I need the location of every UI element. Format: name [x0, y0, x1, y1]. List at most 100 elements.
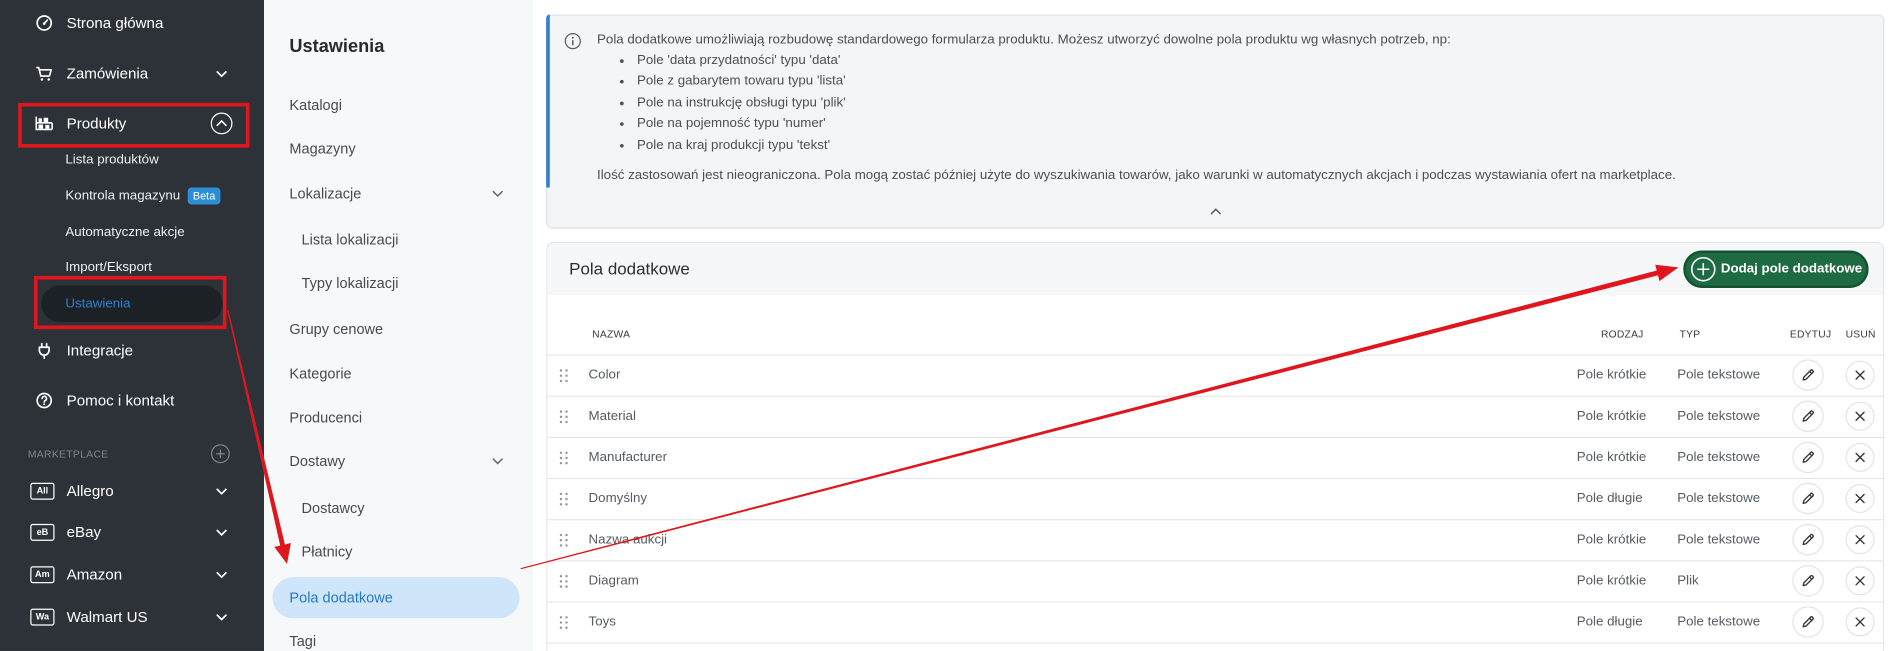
settings-item-location-list[interactable]: Lista lokalizacji: [302, 227, 399, 251]
sidebar-item-label: Pomoc i kontakt: [66, 392, 175, 409]
add-marketplace-icon[interactable]: [210, 444, 230, 464]
sidebar-subitem-automatic-actions[interactable]: Automatyczne akcje: [65, 220, 184, 244]
pencil-icon: [1802, 451, 1814, 463]
settings-item-tags[interactable]: Tagi: [289, 632, 316, 651]
field-kind: Pole krótkie: [1576, 573, 1647, 589]
sidebar-item-label: Zamówienia: [66, 65, 149, 83]
field-kind: Pole krótkie: [1576, 450, 1647, 465]
close-icon: [1855, 535, 1865, 545]
field-type: Pole tekstowe: [1677, 450, 1761, 465]
drag-handle-icon[interactable]: [559, 451, 568, 465]
table-row: Diagram Pole krótkie Plik: [547, 560, 1884, 601]
drag-handle-icon[interactable]: [559, 369, 568, 383]
drag-handle-icon[interactable]: [559, 533, 568, 547]
settings-item-price-groups[interactable]: Grupy cenowe: [289, 317, 383, 341]
sidebar-subitem-stock-control[interactable]: Kontrola magazynu: [65, 184, 180, 208]
delete-button[interactable]: [1845, 607, 1875, 637]
delete-button[interactable]: [1845, 401, 1875, 431]
settings-item-manufacturers[interactable]: Producenci: [289, 405, 362, 429]
info-footer: Ilość zastosowań jest nieograniczona. Po…: [597, 168, 1676, 183]
info-example: Pole na kraj produkcji typu 'tekst': [636, 137, 831, 153]
delete-button[interactable]: [1845, 525, 1875, 555]
field-type: Plik: [1677, 573, 1699, 589]
table-row: Color Pole krótkie Pole tekstowe: [547, 354, 1884, 396]
field-name: Nazwa aukcji: [588, 532, 668, 547]
drag-handle-icon[interactable]: [559, 410, 568, 424]
sidebar-item-ebay[interactable]: eB eBay: [0, 520, 264, 544]
delete-button[interactable]: [1845, 360, 1875, 390]
delete-button[interactable]: [1845, 566, 1875, 596]
table-row: Toys Pole długie Pole tekstowe: [547, 601, 1884, 642]
drag-handle-icon[interactable]: [559, 492, 568, 506]
sidebar-item-walmart[interactable]: Wa Walmart US: [0, 605, 264, 629]
field-type: Pole tekstowe: [1677, 367, 1761, 383]
bullet: [620, 122, 624, 126]
column-header-name[interactable]: NAZWA: [592, 324, 630, 343]
field-type: Pole tekstowe: [1677, 408, 1761, 424]
add-extra-field-button[interactable]: Dodaj pole dodatkowe: [1683, 250, 1869, 288]
chevron-up-icon[interactable]: [1210, 208, 1222, 215]
sidebar-subitem-product-list[interactable]: Lista produktów: [65, 148, 158, 172]
sidebar-item-allegro[interactable]: All Allegro: [0, 479, 264, 503]
ebay-icon: eB: [30, 523, 55, 541]
edit-button[interactable]: [1792, 523, 1824, 556]
edit-button[interactable]: [1792, 565, 1824, 597]
settings-item-extra-fields[interactable]: Pola dodatkowe: [272, 577, 520, 619]
field-kind: Pole długie: [1576, 614, 1643, 630]
settings-item-categories[interactable]: Kategorie: [289, 362, 351, 386]
allegro-icon: All: [30, 482, 55, 500]
drag-handle-icon[interactable]: [559, 574, 568, 588]
settings-item-warehouses[interactable]: Magazyny: [289, 137, 355, 161]
edit-button[interactable]: [1792, 400, 1824, 432]
edit-button[interactable]: [1792, 441, 1824, 474]
settings-item-catalogs[interactable]: Katalogi: [289, 93, 342, 117]
sidebar-item-home[interactable]: Strona główna: [0, 11, 264, 35]
settings-item-locations[interactable]: Lokalizacje: [289, 182, 361, 206]
field-name: Material: [588, 408, 636, 424]
chevron-down-icon: [216, 571, 228, 579]
field-kind: Pole krótkie: [1576, 367, 1647, 383]
field-kind: Pole krótkie: [1576, 408, 1647, 424]
table-divider: [547, 642, 1884, 644]
chevron-down-icon: [216, 488, 228, 495]
field-name: Color: [588, 367, 621, 383]
settings-item-label: Pola dodatkowe: [289, 589, 393, 607]
info-example: Pole z gabarytem towaru typu 'lista': [636, 73, 846, 89]
add-button-label: Dodaj pole dodatkowe: [1720, 261, 1863, 276]
walmart-icon: Wa: [30, 608, 55, 626]
settings-item-suppliers[interactable]: Dostawcy: [302, 496, 365, 520]
chevron-down-icon: [216, 70, 228, 78]
sidebar-item-integrations[interactable]: Integracje: [0, 339, 264, 363]
pencil-icon: [1802, 616, 1814, 628]
cart-icon: [36, 66, 53, 81]
bullet: [620, 59, 624, 63]
column-header-kind[interactable]: RODZAJ: [1601, 324, 1644, 343]
sidebar-item-label: Integracje: [66, 342, 134, 360]
field-name: Diagram: [588, 573, 639, 589]
table-row: Manufacturer Pole krótkie Pole tekstowe: [547, 436, 1884, 478]
chevron-down-icon[interactable]: [492, 190, 504, 198]
edit-button[interactable]: [1792, 359, 1824, 391]
pencil-icon: [1802, 410, 1814, 422]
info-example: Pole 'data przydatności' typu 'data': [636, 53, 841, 68]
sidebar-item-orders[interactable]: Zamówienia: [0, 62, 264, 86]
settings-item-payers[interactable]: Płatnicy: [302, 540, 353, 564]
info-icon: [564, 33, 581, 50]
chevron-down-icon[interactable]: [492, 457, 504, 465]
edit-button[interactable]: [1792, 606, 1824, 638]
sidebar-item-help[interactable]: Pomoc i kontakt: [0, 388, 264, 412]
column-header-type[interactable]: TYP: [1680, 324, 1701, 343]
edit-button[interactable]: [1792, 482, 1824, 515]
delete-button[interactable]: [1845, 442, 1875, 472]
bullet: [620, 143, 624, 148]
extra-fields-card: Pola dodatkowe Dodaj pole dodatkowe NAZW…: [546, 242, 1885, 651]
settings-item-deliveries[interactable]: Dostawy: [289, 449, 345, 473]
settings-item-location-types[interactable]: Typy lokalizacji: [302, 271, 399, 295]
sidebar-item-amazon[interactable]: Am Amazon: [0, 563, 264, 587]
field-name: Manufacturer: [588, 450, 668, 465]
drag-handle-icon[interactable]: [559, 616, 568, 629]
chevron-down-icon: [216, 614, 228, 621]
delete-button[interactable]: [1845, 484, 1875, 514]
pencil-icon: [1802, 369, 1814, 381]
annotation-box-products: [18, 102, 250, 148]
